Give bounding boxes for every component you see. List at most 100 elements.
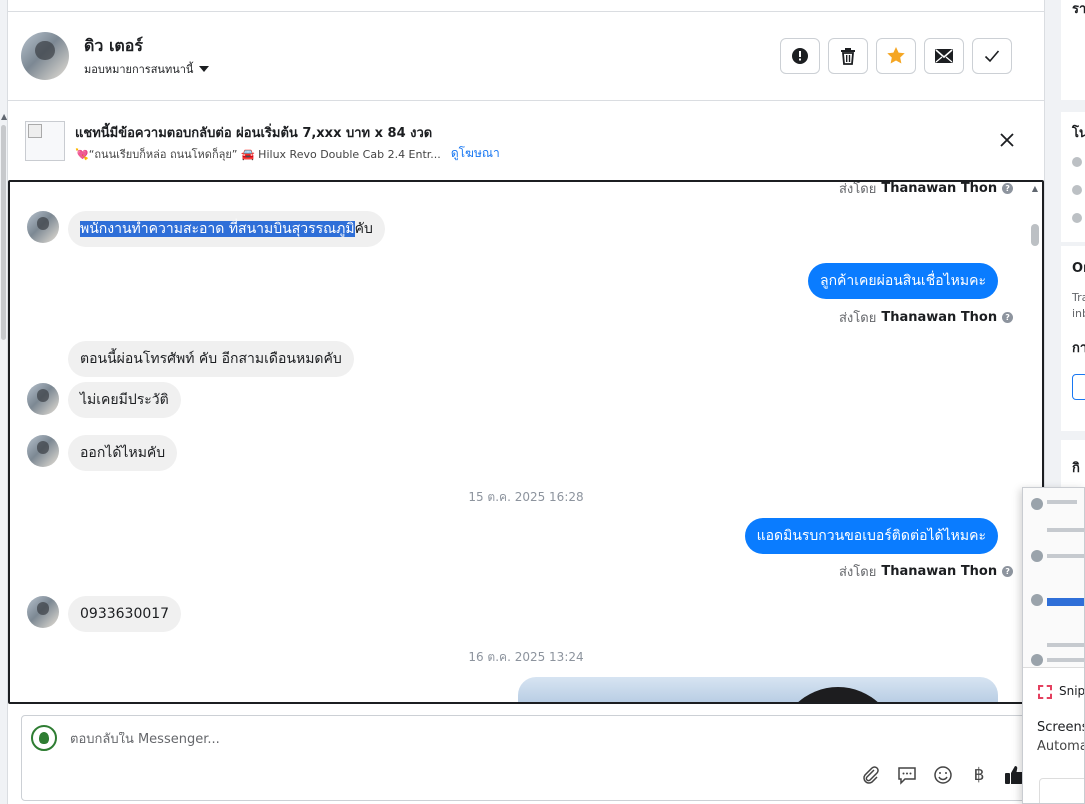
screenshot-preview[interactable]	[1023, 488, 1084, 668]
outgoing-image-message[interactable]	[518, 677, 998, 702]
outgoing-message[interactable]: แอดมินรบกวนขอเบอร์ติดต่อได้ไหมคะ	[744, 518, 998, 554]
panel-heading: รา	[1072, 2, 1085, 17]
incoming-message[interactable]: ตอนนี้ผ่อนโทรศัพท์ คับ อีกสามเดือนหมดคับ	[68, 341, 354, 377]
clock-icon	[1072, 157, 1082, 167]
scrollbar-thumb[interactable]	[1, 125, 6, 340]
help-icon[interactable]: ?	[1002, 183, 1014, 194]
panel-dropdown[interactable]	[1072, 374, 1085, 400]
preview-avatar	[1031, 594, 1043, 606]
snipping-tool-notification[interactable]: Snip Screens Automa	[1022, 487, 1085, 804]
sent-by-label: ส่งโดย Thanawan Thon ?	[839, 307, 1014, 328]
selected-text: พนักงานทำความสะอาด ที่สนามบินสุวรรณภูมิ	[80, 221, 355, 237]
contact-avatar-small[interactable]	[27, 435, 59, 467]
inbox-page: ▲ ดิว เตอร์ มอบหมายการสนทนานี้ แชทนี้มีข…	[0, 0, 1085, 804]
panel-text: Tra	[1072, 291, 1085, 304]
snip-title-row: Snip	[1037, 684, 1085, 699]
sent-by-label: ส่งโดย Thanawan Thon ?	[839, 181, 1014, 199]
education-icon	[1072, 185, 1082, 195]
scroll-up-arrow-icon[interactable]: ▲	[1032, 184, 1038, 193]
sender-name: Thanawan Thon	[881, 181, 998, 196]
composer-tools: ฿	[860, 764, 1026, 786]
location-icon	[1072, 213, 1082, 223]
outgoing-message[interactable]: ลูกค้าเคยผ่อนสินเชื่อไหมคะ	[807, 263, 998, 299]
panel-heading: กิ	[1072, 461, 1080, 476]
timestamp-divider: 15 ต.ค. 2025 16:28	[468, 490, 584, 504]
preview-avatar	[1031, 498, 1043, 510]
preview-line	[1047, 528, 1084, 532]
help-icon[interactable]: ?	[1002, 566, 1014, 577]
preview-line	[1047, 500, 1077, 504]
sent-by-prefix: ส่งโดย	[839, 311, 877, 326]
contact-avatar[interactable]	[21, 32, 69, 80]
mark-unread-button[interactable]	[924, 38, 964, 74]
incoming-message[interactable]: ออกได้ไหมคับ	[68, 435, 178, 471]
baht-icon: ฿	[973, 765, 985, 785]
star-button[interactable]	[876, 38, 916, 74]
help-icon[interactable]: ?	[1002, 312, 1014, 323]
message-text: คับ	[354, 221, 373, 237]
sent-by-prefix: ส่งโดย	[839, 565, 877, 580]
exclamation-circle-icon	[792, 48, 808, 64]
trash-icon	[841, 48, 855, 65]
reply-input[interactable]	[70, 732, 670, 747]
preview-line	[1047, 658, 1084, 662]
thread-scrollbar-thumb[interactable]	[1031, 224, 1039, 246]
page-avatar	[31, 725, 57, 751]
preview-line	[1047, 643, 1084, 647]
panel-heading: กา	[1072, 341, 1085, 356]
saved-replies-button[interactable]	[896, 764, 918, 786]
composer: ฿	[8, 704, 1044, 804]
view-ad-link[interactable]: ดูโฆษณา	[451, 144, 500, 163]
sent-by-prefix: ส่งโดย	[839, 182, 877, 197]
snip-app-name: Snip	[1059, 684, 1085, 698]
close-icon	[1000, 133, 1014, 147]
snip-action-button[interactable]	[1039, 778, 1084, 803]
sender-name: Thanawan Thon	[881, 310, 998, 325]
delete-button[interactable]	[828, 38, 868, 74]
sent-by-label: ส่งโดย Thanawan Thon ?	[839, 561, 1014, 582]
contact-name[interactable]: ดิว เตอร์	[84, 34, 143, 59]
ad-subtitle: 💘“ถนนเรียบก็หล่อ ถนนโหดก็ลุย” 🚘 Hilux Re…	[75, 147, 441, 161]
star-icon	[887, 47, 905, 64]
sender-name: Thanawan Thon	[881, 564, 998, 579]
incoming-message[interactable]: ไม่เคยมีประวัติ	[68, 382, 181, 418]
preview-line	[1047, 554, 1084, 558]
assign-conversation-dropdown[interactable]: มอบหมายการสนทนานี้	[84, 60, 210, 78]
contact-avatar-small[interactable]	[27, 211, 59, 243]
preview-selection	[1047, 598, 1084, 606]
snipping-tool-icon	[1037, 684, 1052, 699]
ad-title: แชทนี้มีข้อความตอบกลับต่อ ผ่อนเริ่มต้น 7…	[75, 126, 433, 141]
message-thread[interactable]: ▲ ส่งโดย Thanawan Thon ? พนักงานทำความสะ…	[8, 180, 1044, 704]
report-button[interactable]	[780, 38, 820, 74]
caret-down-icon	[199, 66, 210, 72]
ad-context-banner: แชทนี้มีข้อความตอบกลับต่อ ผ่อนเริ่มต้น 7…	[8, 101, 1044, 180]
check-icon	[984, 50, 1000, 63]
snip-submessage: Automa	[1037, 739, 1085, 754]
preview-avatar	[1031, 550, 1043, 562]
ad-subtitle-row: 💘“ถนนเรียบก็หล่อ ถนนโหดก็ลุย” 🚘 Hilux Re…	[75, 144, 500, 163]
assign-label: มอบหมายการสนทนานี้	[84, 63, 194, 76]
panel-text: inb	[1072, 307, 1085, 320]
contact-avatar-small[interactable]	[27, 596, 59, 628]
envelope-icon	[935, 49, 953, 63]
contact-avatar-small[interactable]	[27, 383, 59, 415]
close-banner-button[interactable]	[998, 131, 1016, 149]
emoji-icon	[934, 766, 952, 784]
emoji-button[interactable]	[932, 764, 954, 786]
scroll-up-arrow-icon[interactable]: ▲	[1, 112, 7, 121]
panel-heading: Or	[1072, 261, 1085, 276]
conversation-header: ดิว เตอร์ มอบหมายการสนทนานี้	[8, 12, 1044, 101]
ad-thumbnail[interactable]	[25, 121, 65, 161]
mark-done-button[interactable]	[972, 38, 1012, 74]
incoming-message[interactable]: พนักงานทำความสะอาด ที่สนามบินสุวรรณภูมิค…	[68, 211, 385, 247]
paperclip-icon	[863, 766, 879, 784]
composer-box: ฿	[21, 715, 1031, 801]
panel-heading: โน	[1072, 126, 1085, 141]
incoming-message[interactable]: 0933630017	[68, 596, 182, 632]
preview-avatar	[1031, 654, 1043, 666]
left-scrollbar[interactable]: ▲	[0, 0, 8, 804]
attach-button[interactable]	[860, 764, 882, 786]
timestamp-divider: 16 ต.ค. 2025 13:24	[468, 650, 584, 664]
chat-bubble-icon	[898, 767, 916, 785]
payment-button[interactable]: ฿	[968, 764, 990, 786]
